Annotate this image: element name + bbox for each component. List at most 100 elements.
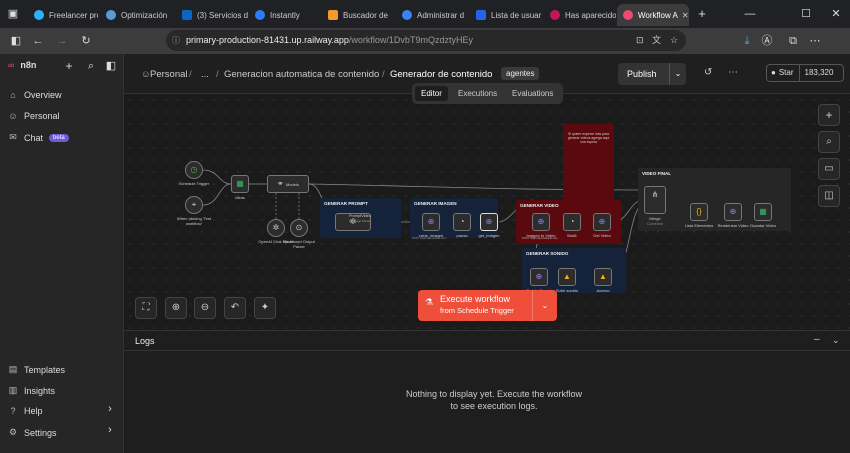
logs-header[interactable]: Logs – ⌄ bbox=[124, 331, 850, 351]
url-field[interactable]: ⓘ primary-production-81431.up.railway.ap… bbox=[166, 30, 686, 51]
tab-label: Administrar d bbox=[417, 10, 465, 20]
clock-icon: ◷ bbox=[190, 165, 198, 174]
sidebar-toggle-icon[interactable]: ◧ bbox=[8, 28, 24, 54]
pausa-node[interactable]: ◔ bbox=[453, 213, 471, 231]
tab-actions-icon[interactable]: ▣ bbox=[4, 1, 22, 27]
output-parser-node[interactable]: ⊙ bbox=[290, 219, 308, 237]
sidebar-item-help[interactable]: ? Help bbox=[8, 406, 42, 416]
sidebar-item-label: Settings bbox=[24, 427, 57, 438]
chat-icon: ✉ bbox=[9, 132, 17, 142]
sidebar-item-insights[interactable]: ▥ Insights bbox=[8, 385, 55, 396]
browser-tab[interactable]: (3) Servicios d bbox=[176, 4, 248, 26]
renderizar-video-node[interactable]: ⊕ bbox=[724, 203, 742, 221]
get-video-node[interactable]: ⊕ bbox=[593, 213, 611, 231]
ideas-sheet-node[interactable]: ▦ bbox=[231, 175, 249, 193]
chevron-down-icon[interactable]: ⌄ bbox=[832, 335, 840, 346]
browser-tab-bar: ▣ Freelancer pro Optimización (3) Servic… bbox=[0, 0, 850, 28]
execute-workflow-button[interactable]: ⚗ Execute workflow from Schedule Trigger… bbox=[418, 290, 557, 321]
reload-icon[interactable]: ↻ bbox=[78, 28, 94, 54]
sidebar-item-personal[interactable]: ☺ Personal bbox=[8, 111, 59, 121]
breadcrumb-personal[interactable]: Personal bbox=[150, 69, 188, 80]
extensions-icon[interactable]: ⧉ bbox=[786, 28, 800, 54]
node-label: Lista Elementos bbox=[684, 223, 714, 228]
sidebar-item-overview[interactable]: ⌂ Overview bbox=[8, 90, 61, 100]
collapse-sidebar-icon[interactable]: ◧ bbox=[104, 54, 118, 78]
sticky-note[interactable]: Si quiere esperar más para generar video… bbox=[563, 124, 614, 202]
subir-sonido-node[interactable]: ▲ bbox=[558, 268, 576, 286]
zoom-in-button[interactable]: ⊕ bbox=[165, 297, 187, 319]
guardar-video-node[interactable]: ▦ bbox=[754, 203, 772, 221]
tab-editor[interactable]: Editor bbox=[415, 86, 448, 101]
zoom-out-button[interactable]: ⊖ bbox=[194, 297, 216, 319]
add-node-button[interactable]: + bbox=[818, 104, 840, 126]
sidebar-item-templates[interactable]: ▤ Templates bbox=[8, 364, 65, 375]
publish-button[interactable]: Publish ⌄ bbox=[618, 63, 686, 85]
breadcrumb-folder[interactable]: Generacion automatica de contenido bbox=[224, 69, 379, 80]
download-icon[interactable]: ⤓ bbox=[740, 28, 754, 54]
translate-icon[interactable]: 文 bbox=[652, 30, 661, 51]
browser-tab[interactable]: Has aparecido bbox=[544, 4, 616, 26]
sidebar-item-settings[interactable]: ⚙ Settings bbox=[8, 427, 57, 438]
close-window-icon[interactable]: ✕ bbox=[826, 1, 846, 27]
node-sublabel: POST: https://api.example.com bbox=[522, 237, 558, 240]
panel-toggle-button[interactable]: ◫ bbox=[818, 185, 840, 207]
n8n-logo[interactable]: ∞ n8n bbox=[8, 60, 36, 70]
back-icon[interactable]: ← bbox=[30, 28, 46, 54]
menu-icon[interactable]: ⋯ bbox=[808, 28, 822, 54]
new-tab-button[interactable]: + bbox=[694, 1, 710, 27]
chevron-down-icon[interactable]: ⌄ bbox=[532, 290, 557, 321]
undo-button[interactable]: ↶ bbox=[224, 297, 246, 319]
sidebar-item-chat[interactable]: ✉ Chat beta bbox=[8, 132, 69, 143]
tab-evaluations[interactable]: Evaluations bbox=[506, 86, 559, 101]
tab-label: Workflow A bbox=[638, 10, 678, 20]
link-icon: ⚭ bbox=[276, 179, 284, 188]
tidy-up-button[interactable]: ✦ bbox=[254, 297, 276, 319]
add-icon[interactable]: + bbox=[62, 54, 76, 78]
minimize-icon[interactable]: – bbox=[814, 334, 820, 345]
browser-tab-active[interactable]: Workflow A ✕ bbox=[617, 4, 689, 26]
beta-badge: beta bbox=[49, 133, 69, 142]
breadcrumb-ellipsis[interactable]: ... bbox=[201, 69, 209, 80]
forward-icon[interactable]: → bbox=[54, 28, 70, 54]
tab-favicon bbox=[402, 10, 412, 20]
browser-tab[interactable]: Lista de usuar bbox=[470, 4, 542, 26]
tab-executions[interactable]: Executions bbox=[452, 86, 503, 101]
install-app-icon[interactable]: ⊡ bbox=[636, 30, 644, 51]
pause-icon: ◔ bbox=[569, 217, 575, 226]
chevron-down-icon[interactable]: ⌄ bbox=[669, 63, 686, 85]
modelo-agent-node[interactable]: ⚭ Modelo bbox=[267, 175, 309, 193]
close-tab-icon[interactable]: ✕ bbox=[682, 11, 689, 20]
maximize-icon[interactable]: ☐ bbox=[796, 1, 816, 27]
browser-tab[interactable]: Administrar d bbox=[396, 4, 468, 26]
openai-chat-model-node[interactable]: ✲ bbox=[267, 219, 285, 237]
wait1-node[interactable]: ◔ bbox=[563, 213, 581, 231]
site-info-icon[interactable]: ⓘ bbox=[172, 30, 180, 51]
search-nodes-button[interactable]: ⌕ bbox=[818, 131, 840, 153]
browser-tab[interactable]: Optimización bbox=[100, 4, 175, 26]
minimize-icon[interactable]: — bbox=[740, 1, 760, 27]
github-star-button[interactable]: ● Star 183,320 bbox=[766, 64, 844, 82]
tab-label: Lista de usuar bbox=[491, 10, 542, 20]
text-to-sound-node[interactable]: ⊕ bbox=[530, 268, 548, 286]
profile-icon[interactable]: Ⓐ bbox=[760, 28, 774, 54]
more-options-icon[interactable]: ⋯ bbox=[728, 67, 738, 78]
get-imagen-node[interactable]: ⊕ bbox=[480, 213, 498, 231]
workflow-tag[interactable]: agentes bbox=[501, 67, 540, 80]
browser-tab[interactable]: Freelancer pro bbox=[28, 4, 98, 26]
history-icon[interactable]: ↺ bbox=[704, 67, 712, 78]
browser-tab[interactable]: Instantly bbox=[249, 4, 321, 26]
acceso-node[interactable]: ▲ bbox=[594, 268, 612, 286]
workflow-name[interactable]: Generador de contenido bbox=[390, 69, 492, 80]
fit-view-button[interactable]: ⛶ bbox=[135, 297, 157, 319]
sticky-note-button[interactable]: ▭ bbox=[818, 158, 840, 180]
search-icon[interactable]: ⌕ bbox=[84, 54, 98, 78]
lista-elementos-node[interactable]: {} bbox=[690, 203, 708, 221]
bookmark-star-icon[interactable]: ☆ bbox=[670, 30, 678, 51]
crear-imagen-node[interactable]: ⊕ bbox=[422, 213, 440, 231]
schedule-trigger-node[interactable]: ◷ bbox=[185, 161, 203, 179]
imagen-to-video-node[interactable]: ⊕ bbox=[532, 213, 550, 231]
manual-trigger-node[interactable]: ⌖ bbox=[185, 196, 203, 214]
group-title: GENERAR VIDEO bbox=[520, 203, 559, 208]
merge-node[interactable]: ⋔ bbox=[644, 186, 666, 214]
browser-tab[interactable]: Buscador de bbox=[322, 4, 394, 26]
